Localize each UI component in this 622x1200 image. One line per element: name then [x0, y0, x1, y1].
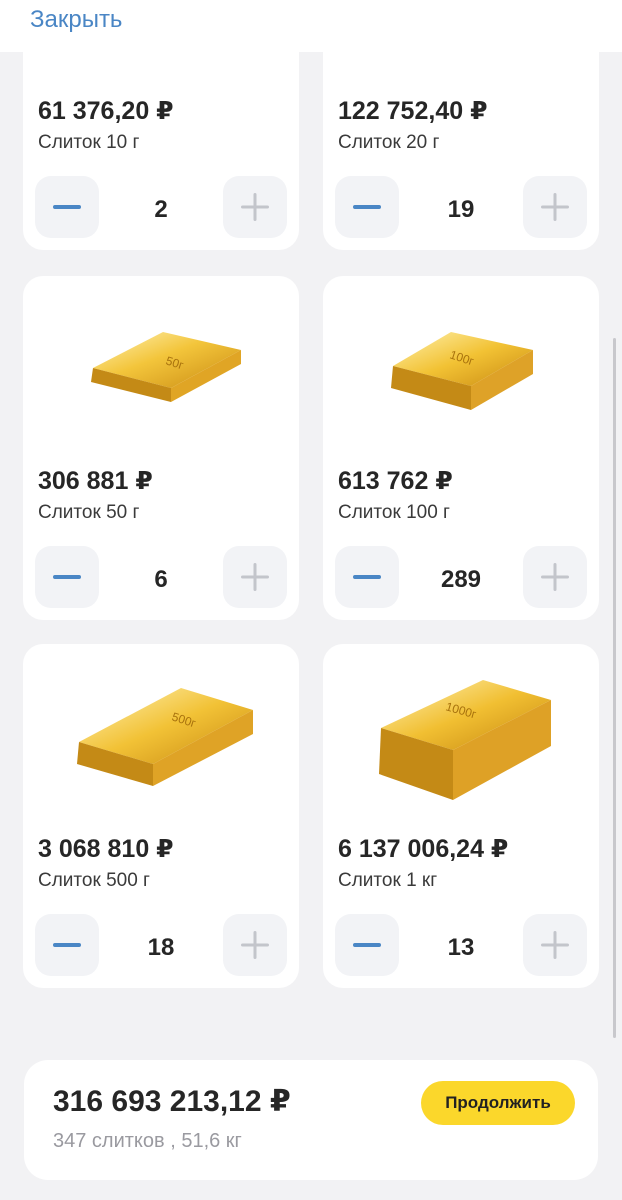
minus-icon [353, 205, 381, 209]
gold-bar-100g-image: 100г [391, 332, 533, 410]
product-name: Слиток 10 г [38, 132, 140, 153]
plus-icon [241, 193, 269, 221]
product-name: Слиток 20 г [338, 132, 440, 153]
product-card-10g: 61 376,20 ₽ Слиток 10 г 2 [23, 20, 299, 250]
top-bar: Закрыть [0, 0, 622, 52]
minus-icon [353, 943, 381, 947]
increase-button[interactable] [523, 546, 587, 608]
decrease-button[interactable] [335, 176, 399, 238]
minus-icon [53, 943, 81, 947]
plus-icon [241, 563, 269, 591]
increase-button[interactable] [223, 176, 287, 238]
product-card-1kg: 1000г 6 137 006,24 ₽ Слиток 1 кг 13 [323, 644, 599, 988]
quantity-value: 13 [447, 934, 475, 961]
gold-bar-50g-image: 50г [91, 332, 241, 402]
total-details: 347 слитков , 51,6 кг [53, 1130, 242, 1152]
quantity-value: 2 [154, 196, 168, 223]
increase-button[interactable] [523, 176, 587, 238]
product-price: 613 762 ₽ [338, 467, 453, 495]
product-price: 3 068 810 ₽ [38, 835, 174, 863]
product-name: Слиток 50 г [38, 502, 140, 523]
close-link[interactable]: Закрыть [30, 6, 122, 34]
gold-bar-500g-image: 500г [77, 688, 253, 786]
decrease-button[interactable] [35, 546, 99, 608]
product-price: 306 881 ₽ [38, 467, 153, 495]
plus-icon [541, 931, 569, 959]
product-name: Слиток 1 кг [338, 870, 438, 891]
decrease-button[interactable] [35, 176, 99, 238]
gold-bar-1000g-image: 1000г [379, 680, 551, 800]
decrease-button[interactable] [335, 914, 399, 976]
product-name: Слиток 500 г [38, 870, 150, 891]
product-price: 61 376,20 ₽ [38, 97, 174, 125]
quantity-value: 289 [440, 566, 482, 593]
plus-icon [541, 193, 569, 221]
product-name: Слиток 100 г [338, 502, 450, 523]
product-card-50g: 50г 306 881 ₽ Слиток 50 г 6 [23, 276, 299, 620]
order-summary: 316 693 213,12 ₽ 347 слитков , 51,6 кг П… [24, 1060, 598, 1180]
plus-icon [541, 563, 569, 591]
product-price: 122 752,40 ₽ [338, 97, 488, 125]
minus-icon [53, 205, 81, 209]
scrollbar[interactable] [613, 338, 616, 1038]
product-card-100g: 100г 613 762 ₽ Слиток 100 г 289 [323, 276, 599, 620]
minus-icon [53, 575, 81, 579]
total-price: 316 693 213,12 ₽ [53, 1085, 291, 1118]
quantity-value: 18 [147, 934, 175, 961]
continue-button[interactable]: Продолжить [421, 1081, 575, 1125]
increase-button[interactable] [523, 914, 587, 976]
product-card-500g: 500г 3 068 810 ₽ Слиток 500 г 18 [23, 644, 299, 988]
decrease-button[interactable] [35, 914, 99, 976]
quantity-value: 6 [154, 566, 168, 593]
minus-icon [353, 575, 381, 579]
increase-button[interactable] [223, 914, 287, 976]
product-price: 6 137 006,24 ₽ [338, 835, 509, 863]
product-card-20g: 122 752,40 ₽ Слиток 20 г 19 [323, 20, 599, 250]
quantity-value: 19 [447, 196, 475, 223]
decrease-button[interactable] [335, 546, 399, 608]
increase-button[interactable] [223, 546, 287, 608]
plus-icon [241, 931, 269, 959]
